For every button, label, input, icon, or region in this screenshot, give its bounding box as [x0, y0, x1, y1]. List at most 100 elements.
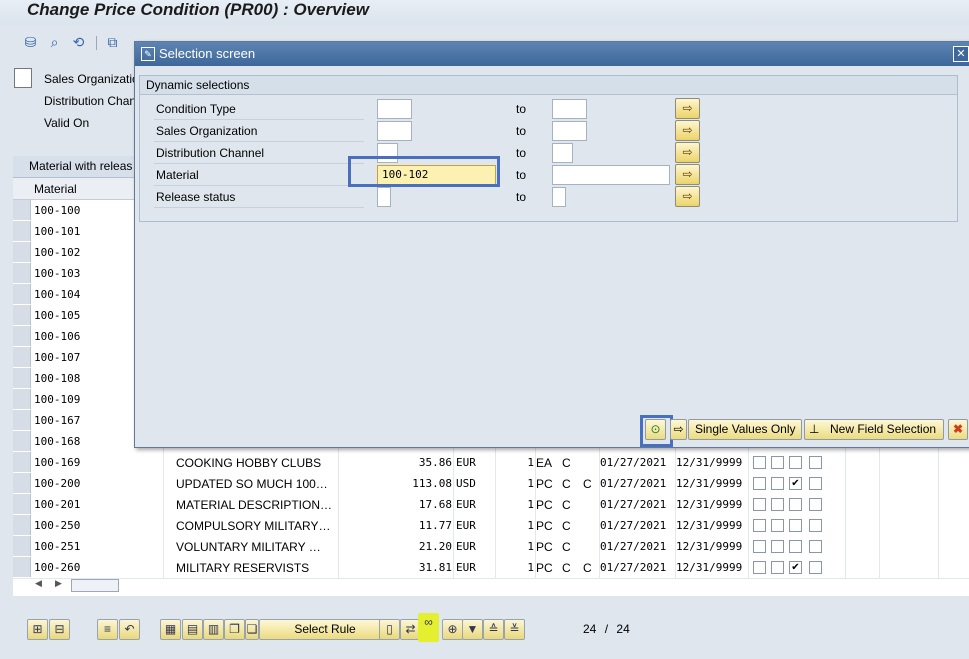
single-values-only-button[interactable]: Single Values Only: [688, 419, 802, 440]
row-checkbox[interactable]: [753, 498, 766, 511]
row-checkbox[interactable]: [771, 540, 784, 553]
cancel-icon[interactable]: ✖: [948, 419, 968, 440]
refresh-icon[interactable]: ⟲: [70, 34, 87, 51]
row-checkbox[interactable]: [771, 456, 784, 469]
column-divider: [675, 473, 676, 494]
table-row[interactable]: 100-200 UPDATED SO MUCH 100… 113.08 USD 1 PC C…: [13, 473, 969, 495]
to-input[interactable]: [552, 99, 587, 119]
row-checkbox[interactable]: [753, 540, 766, 553]
multiple-selection-icon[interactable]: ⇨: [675, 98, 700, 119]
row-checkbox[interactable]: ✔: [789, 477, 802, 490]
row-selector[interactable]: [13, 536, 31, 556]
scroll-thumb[interactable]: [71, 579, 119, 592]
row-selector[interactable]: [13, 221, 31, 241]
row-checkbox[interactable]: [753, 561, 766, 574]
undo-icon[interactable]: ↶: [119, 619, 140, 640]
column-material[interactable]: Material: [34, 182, 77, 196]
row-selector[interactable]: [13, 473, 31, 493]
paste-icon[interactable]: ❏: [245, 619, 259, 640]
multiple-selection-icon[interactable]: ⇨: [675, 186, 700, 207]
table-row[interactable]: 100-201 MATERIAL DESCRIPTION… 17.68 EUR 1 PC C…: [13, 494, 969, 516]
row-selector[interactable]: [13, 284, 31, 304]
to-input[interactable]: [552, 121, 587, 141]
subtotal-icon[interactable]: ≚: [504, 619, 525, 640]
table-row[interactable]: 100-251 VOLUNTARY MILITARY … 21.20 EUR 1 PC C 0…: [13, 536, 969, 558]
display-change-icon[interactable]: ⛁: [22, 34, 39, 51]
row-checkbox[interactable]: [809, 477, 822, 490]
calc-type-cell: C: [562, 519, 571, 533]
row-checkbox[interactable]: [771, 519, 784, 532]
row-selector[interactable]: [13, 263, 31, 283]
find-binoculars-icon[interactable]: ∞: [418, 613, 439, 642]
multiple-selection-icon[interactable]: ⇨: [675, 164, 700, 185]
row-selector[interactable]: [13, 389, 31, 409]
row-checkbox[interactable]: [809, 561, 822, 574]
row-checkbox[interactable]: ✔: [789, 561, 802, 574]
row-selector[interactable]: [13, 368, 31, 388]
deselect-all-icon[interactable]: ⊟: [49, 619, 70, 640]
row-selector[interactable]: [13, 410, 31, 430]
row-selector[interactable]: [13, 200, 31, 220]
to-input[interactable]: [552, 143, 573, 163]
find-icon[interactable]: ⌕: [46, 34, 63, 51]
copy-rows-icon[interactable]: ❐: [224, 619, 245, 640]
find-next-icon[interactable]: ⊕: [442, 619, 463, 640]
multiple-selection-icon[interactable]: ⇨: [675, 142, 700, 163]
toolbar-separator: [96, 36, 97, 50]
document-icon[interactable]: [14, 68, 32, 88]
row-checkbox[interactable]: [809, 519, 822, 532]
row-selector[interactable]: [13, 494, 31, 514]
row-checkbox[interactable]: [789, 540, 802, 553]
row-selector[interactable]: [13, 305, 31, 325]
close-icon[interactable]: ✕: [953, 46, 969, 62]
scroll-right-icon[interactable]: ▶: [55, 578, 62, 589]
valid-from-cell: 01/27/2021: [600, 519, 667, 532]
row-checkbox[interactable]: [753, 456, 766, 469]
from-input[interactable]: [377, 121, 412, 141]
row-selector[interactable]: [13, 452, 31, 472]
row-selector[interactable]: [13, 431, 31, 451]
row-selector[interactable]: [13, 242, 31, 262]
row-checkbox[interactable]: [789, 456, 802, 469]
row-selector[interactable]: [13, 557, 31, 577]
from-input[interactable]: [377, 99, 412, 119]
details-icon[interactable]: ≡: [97, 619, 118, 640]
row-checkbox[interactable]: [771, 561, 784, 574]
select-all-icon[interactable]: ⊞: [27, 619, 48, 640]
select-rule-button[interactable]: Select Rule: [259, 619, 391, 640]
row-checkbox[interactable]: [771, 477, 784, 490]
grid-icon[interactable]: ▥: [203, 619, 224, 640]
table-row[interactable]: 100-250 COMPULSORY MILITARY… 11.77 EUR 1 PC C 0…: [13, 515, 969, 537]
calculator-icon[interactable]: ▤: [182, 619, 203, 640]
row-checkbox[interactable]: [789, 498, 802, 511]
row-selector[interactable]: [13, 347, 31, 367]
row-checkbox[interactable]: [753, 519, 766, 532]
table-row[interactable]: 100-260 MILITARY RESERVISTS 31.81 EUR 1 PC C C 0…: [13, 557, 969, 579]
new-document-icon[interactable]: ▯: [379, 619, 400, 640]
multiple-selection-icon[interactable]: ⇨: [675, 120, 700, 141]
row-checkbox[interactable]: [753, 477, 766, 490]
to-input[interactable]: [552, 187, 566, 207]
row-checkbox[interactable]: [809, 540, 822, 553]
row-checkbox[interactable]: [771, 498, 784, 511]
table-row[interactable]: 100-169 COOKING HOBBY CLUBS 35.86 EUR 1 EA C 01…: [13, 452, 969, 474]
column-divider: [163, 494, 164, 515]
sort-ascending-icon[interactable]: ≙: [483, 619, 504, 640]
save-variant-icon[interactable]: ⇨: [670, 419, 687, 440]
new-field-selection-button[interactable]: ⊥ New Field Selection: [804, 419, 944, 440]
field-label: Release status: [156, 190, 236, 204]
from-input[interactable]: [377, 187, 391, 207]
row-checkbox[interactable]: [809, 456, 822, 469]
execute-icon[interactable]: ⊙: [645, 419, 666, 440]
to-input[interactable]: [552, 165, 670, 185]
copy-icon[interactable]: ⧉: [104, 34, 121, 51]
row-selector[interactable]: [13, 326, 31, 346]
column-divider: [845, 473, 846, 494]
scroll-left-icon[interactable]: ◀: [35, 578, 42, 589]
calendar-icon[interactable]: ▦: [160, 619, 181, 640]
horizontal-scrollbar[interactable]: ◀ ▶: [35, 578, 125, 592]
row-checkbox[interactable]: [789, 519, 802, 532]
row-selector[interactable]: [13, 515, 31, 535]
row-checkbox[interactable]: [809, 498, 822, 511]
filter-icon[interactable]: ▼: [462, 619, 483, 640]
